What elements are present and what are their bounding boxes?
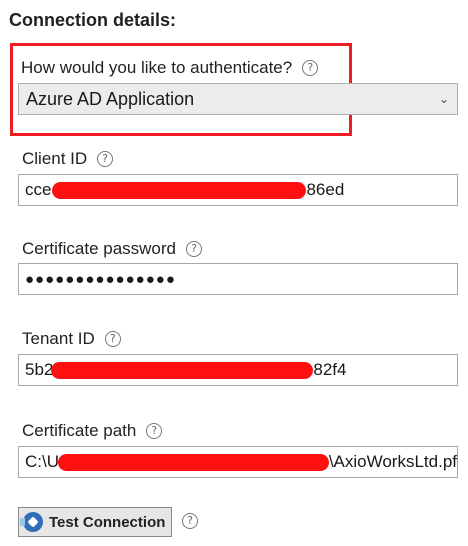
test-connection-button[interactable]: Test Connection <box>18 507 173 537</box>
section-title: Connection details: <box>9 10 177 30</box>
client-id-field[interactable]: cce 86ed <box>18 174 458 206</box>
help-icon[interactable]: ? <box>302 60 319 76</box>
cert-password-value: ●●●●●●●●●●●●●●● <box>25 270 176 288</box>
tenant-id-label: Tenant ID <box>22 329 95 348</box>
tenant-id-field[interactable]: 5b2 82f4 <box>18 354 458 386</box>
redaction-mark <box>52 181 307 199</box>
cert-path-label-row: Certificate path ? <box>22 421 163 441</box>
auth-label: How would you like to authenticate? <box>21 58 293 77</box>
test-connection-label: Test Connection <box>49 513 166 531</box>
help-icon[interactable]: ? <box>182 513 198 529</box>
client-id-suffix: 86ed <box>306 180 345 199</box>
client-id-prefix: cce <box>25 180 52 199</box>
cert-path-prefix: C:\U <box>25 452 59 471</box>
tenant-id-prefix: 5b2 <box>25 360 54 379</box>
cert-path-field[interactable]: C:\U \AxioWorksLtd.pf <box>18 446 458 478</box>
cert-password-field[interactable]: ●●●●●●●●●●●●●●● <box>18 263 458 295</box>
cert-password-label-row: Certificate password ? <box>22 239 203 259</box>
auth-method-dropdown[interactable]: Azure AD Application ⌄ <box>18 83 458 115</box>
auth-method-value: Azure AD Application <box>26 88 195 109</box>
tenant-id-label-row: Tenant ID ? <box>22 329 121 349</box>
cert-path-suffix: \AxioWorksLtd.pf <box>328 452 457 471</box>
client-id-label: Client ID <box>22 149 88 168</box>
cert-path-label: Certificate path <box>22 421 137 440</box>
redaction-mark <box>51 361 314 379</box>
help-icon[interactable]: ? <box>104 331 121 347</box>
client-id-label-row: Client ID ? <box>22 149 114 169</box>
connection-icon <box>20 512 43 532</box>
tenant-id-suffix: 82f4 <box>313 360 347 379</box>
help-icon[interactable]: ? <box>186 241 203 257</box>
help-icon[interactable]: ? <box>146 423 163 439</box>
auth-label-row: How would you like to authenticate? ? <box>21 58 319 78</box>
redaction-mark <box>58 453 329 471</box>
help-icon[interactable]: ? <box>97 151 114 167</box>
cert-password-label: Certificate password <box>22 239 177 258</box>
chevron-down-icon: ⌄ <box>438 92 449 106</box>
